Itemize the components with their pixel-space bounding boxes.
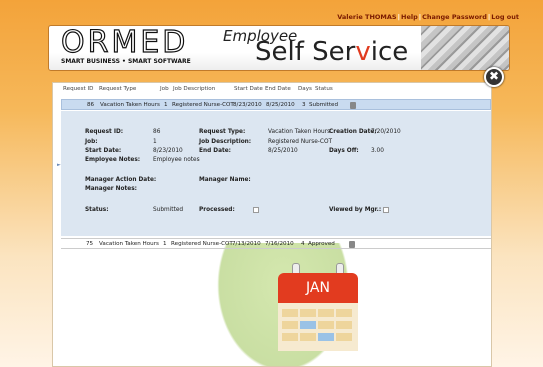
logout-link[interactable]: Log out [491,13,519,21]
table-header: Request ID Request Type Job Job Descript… [53,86,491,97]
col-days[interactable]: Days [298,86,312,92]
trash-icon[interactable] [350,102,356,109]
detail-end-date: 8/25/2010 [268,148,298,154]
detail-start-date: 8/23/2010 [153,148,183,154]
close-icon[interactable]: ✖ [484,67,504,87]
help-link[interactable]: Help [401,13,418,21]
detail-request-id: 86 [153,129,161,135]
col-status[interactable]: Status [315,86,333,92]
detail-request-type: Vacation Taken Hours [268,129,331,135]
trash-icon[interactable] [349,241,355,248]
col-job-description[interactable]: Job Description [173,86,215,92]
user-links: Valerie THOMAS|Help|Change Password|Log … [337,13,519,21]
header-banner: ORMED SMART BUSINESS • SMART SOFTWARE Em… [48,25,510,71]
calendar-month: JAN [278,273,358,303]
table-row[interactable]: 86 Vacation Taken Hours 1 Registered Nur… [61,99,491,110]
col-request-id[interactable]: Request ID [63,86,93,92]
col-job[interactable]: Job [160,86,169,92]
brand-logo: ORMED [60,25,189,60]
detail-job-description: Registered Nurse-COT [268,139,333,145]
request-detail: Request ID: 86 Request Type: Vacation Ta… [61,111,491,236]
detail-job: 1 [153,139,157,145]
brand-tagline: SMART BUSINESS • SMART SOFTWARE [61,58,191,65]
user-name: Valerie THOMAS [337,13,397,21]
change-password-link[interactable]: Change Password [422,13,487,21]
expand-arrow-icon[interactable]: ► [57,162,61,168]
keyboard-image [421,26,509,70]
calendar-icon: JAN [278,263,358,353]
col-request-type[interactable]: Request Type [99,86,136,92]
col-start-date[interactable]: Start Date [234,86,263,92]
detail-status: Submitted [153,207,184,213]
viewed-by-mgr-checkbox[interactable] [383,207,389,213]
app-title-line2: Self Service [255,37,409,67]
detail-days-off: 3.00 [371,148,384,154]
col-end-date[interactable]: End Date [265,86,291,92]
table-row[interactable]: 75 Vacation Taken Hours 1 Registered Nur… [61,238,491,249]
detail-employee-notes: Employee notes [153,157,200,163]
requests-panel: JAN Request ID Request Type Job Job Desc… [52,82,492,367]
processed-checkbox[interactable] [253,207,259,213]
detail-creation-date: 7/20/2010 [371,129,401,135]
